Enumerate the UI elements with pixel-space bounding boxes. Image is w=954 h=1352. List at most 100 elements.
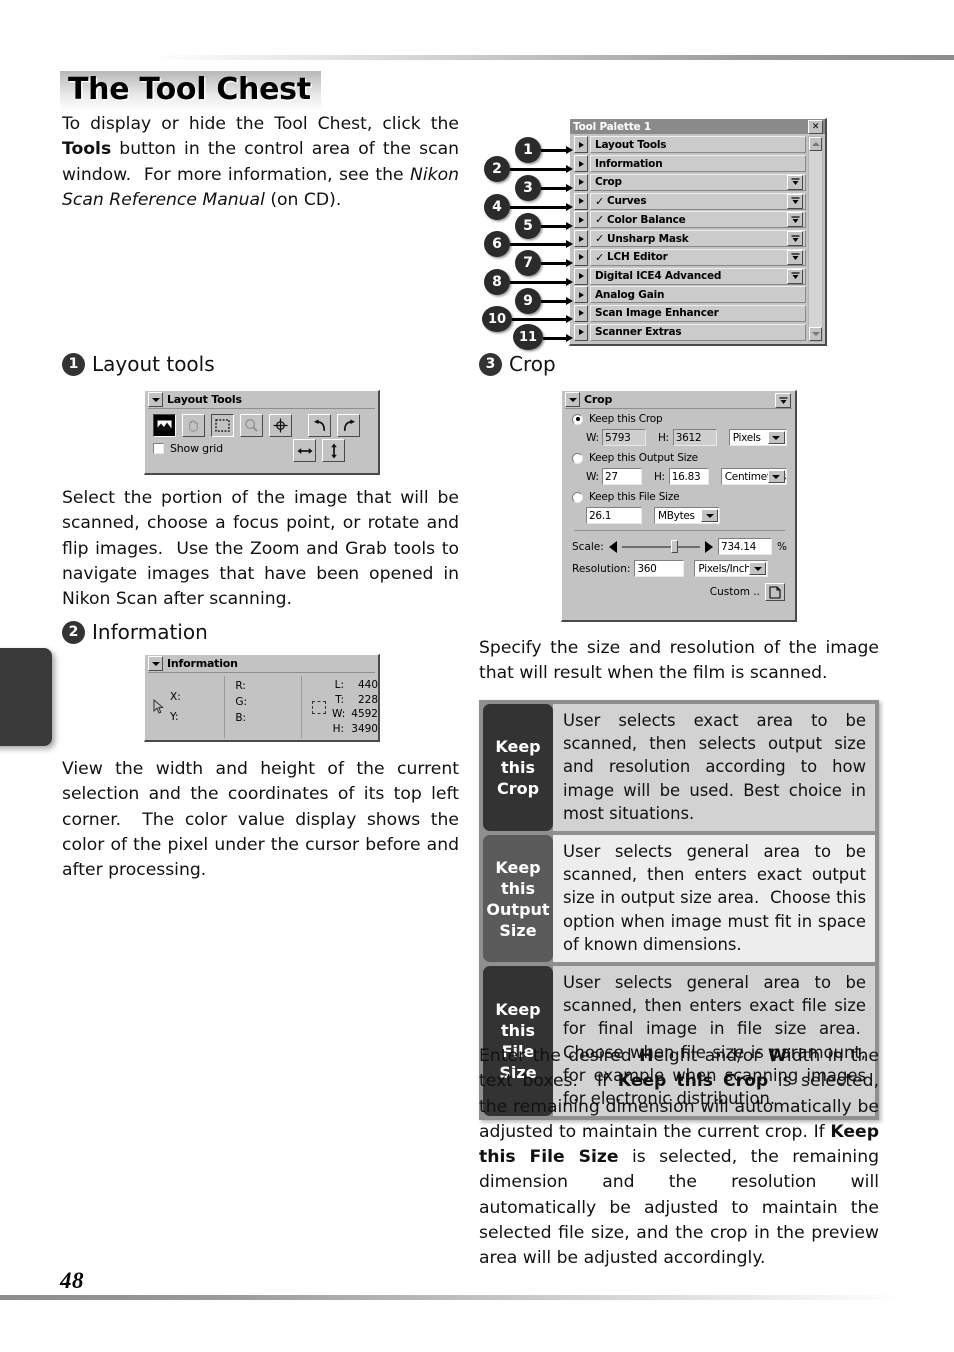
crop-width-input[interactable]: 5793 bbox=[602, 429, 646, 446]
expand-chevron-right-icon[interactable] bbox=[574, 192, 588, 210]
selection-t-value: 228 bbox=[357, 693, 378, 706]
tool-palette-row-strip[interactable]: ✓ LCH Editor bbox=[590, 248, 806, 266]
crop-height-input[interactable]: 3612 bbox=[672, 429, 717, 446]
tool-palette-row-strip[interactable]: ✓ Color Balance bbox=[590, 211, 806, 229]
tool-palette-row[interactable]: Scan Image Enhancer bbox=[572, 304, 806, 323]
tool-palette-window[interactable]: Tool Palette 1 ✕ Layout Tools Information… bbox=[569, 118, 827, 346]
collapse-chevron-down-icon[interactable] bbox=[148, 392, 163, 407]
scroll-up-icon[interactable] bbox=[809, 137, 822, 151]
crop-select-tool-icon[interactable] bbox=[153, 414, 176, 437]
close-icon[interactable]: ✕ bbox=[808, 120, 823, 134]
expand-chevron-right-icon[interactable] bbox=[574, 136, 588, 154]
tool-palette-row-strip[interactable]: Layout Tools bbox=[590, 136, 806, 154]
keep-this-file-size-radio-row[interactable]: Keep this File Size bbox=[572, 491, 787, 503]
flip-vertical-tool-icon[interactable] bbox=[322, 439, 345, 462]
expand-chevron-right-icon[interactable] bbox=[574, 323, 588, 341]
scale-slider[interactable] bbox=[621, 540, 701, 554]
expand-chevron-right-icon[interactable] bbox=[574, 155, 588, 173]
crop-panel[interactable]: Crop Keep this Crop W: 5793 H: 3612 Pixe… bbox=[561, 390, 797, 622]
custom-crop-button[interactable] bbox=[765, 583, 785, 601]
information-panel[interactable]: Information X: Y: R: G: B: L: 440 T: 228… bbox=[144, 654, 380, 742]
information-panel-header[interactable]: Information bbox=[145, 655, 378, 673]
resolution-unit-select[interactable]: Pixels/Inch bbox=[694, 560, 769, 577]
chevron-down-icon[interactable] bbox=[701, 509, 718, 522]
check-icon[interactable]: ✓ bbox=[595, 233, 604, 244]
collapse-chevron-down-icon[interactable] bbox=[148, 656, 163, 671]
tool-palette-row-strip[interactable]: Digital ICE4 Advanced bbox=[590, 267, 806, 285]
expand-chevron-right-icon[interactable] bbox=[574, 248, 588, 266]
crop-footer-text: Enter the desired Height and/or Width in… bbox=[479, 1044, 879, 1272]
scale-increase-icon[interactable] bbox=[705, 540, 714, 553]
check-icon[interactable]: ✓ bbox=[595, 214, 604, 225]
scale-input[interactable]: 734.14 bbox=[718, 538, 773, 555]
keep-this-crop-radio[interactable] bbox=[572, 413, 583, 425]
tool-palette-row-strip[interactable]: ✓ Unsharp Mask bbox=[590, 230, 806, 248]
tool-palette-row[interactable]: ✓ Curves bbox=[572, 192, 806, 210]
check-icon[interactable]: ✓ bbox=[595, 252, 604, 263]
check-icon[interactable]: ✓ bbox=[595, 196, 604, 207]
crop-unit-select[interactable]: Pixels bbox=[728, 429, 787, 446]
rotate-left-tool-icon[interactable] bbox=[308, 414, 331, 437]
tool-palette-row[interactable]: Scanner Extras bbox=[572, 323, 806, 342]
tool-palette-row[interactable]: Digital ICE4 Advanced bbox=[572, 267, 806, 285]
scale-decrease-icon[interactable] bbox=[608, 540, 617, 553]
expand-chevron-right-icon[interactable] bbox=[574, 267, 588, 285]
section-heading-label: Crop bbox=[509, 352, 556, 376]
row-menu-icon[interactable] bbox=[787, 249, 803, 265]
crop-panel-menu-icon[interactable] bbox=[775, 393, 791, 408]
tool-palette-row-strip[interactable]: Scan Image Enhancer bbox=[590, 304, 806, 322]
row-menu-icon[interactable] bbox=[787, 231, 803, 247]
chevron-down-icon[interactable] bbox=[749, 562, 767, 575]
autofocus-tool-icon[interactable] bbox=[269, 414, 292, 437]
tool-palette-row-strip[interactable]: Analog Gain bbox=[590, 286, 806, 304]
chevron-down-icon[interactable] bbox=[767, 431, 785, 444]
keep-this-crop-radio-row[interactable]: Keep this Crop bbox=[572, 413, 787, 425]
zoom-tool-icon[interactable] bbox=[240, 414, 263, 437]
row-menu-icon[interactable] bbox=[787, 174, 803, 190]
keep-this-output-size-radio-row[interactable]: Keep this Output Size bbox=[572, 452, 787, 464]
row-menu-icon[interactable] bbox=[787, 212, 803, 228]
file-size-unit-select[interactable]: MBytes bbox=[654, 507, 720, 524]
tool-palette-row[interactable]: ✓ LCH Editor bbox=[572, 248, 806, 267]
resolution-input[interactable]: 360 bbox=[634, 560, 685, 577]
expand-chevron-right-icon[interactable] bbox=[574, 211, 588, 229]
tool-palette-row-strip[interactable]: ✓ Curves bbox=[590, 192, 806, 210]
rotate-right-tool-icon[interactable] bbox=[337, 414, 360, 437]
keep-this-output-size-radio[interactable] bbox=[572, 452, 583, 464]
marquee-tool-icon[interactable] bbox=[211, 414, 234, 437]
row-menu-icon[interactable] bbox=[787, 193, 803, 209]
expand-chevron-right-icon[interactable] bbox=[574, 173, 588, 191]
expand-chevron-right-icon[interactable] bbox=[574, 230, 588, 248]
tool-palette-row-strip[interactable]: Crop bbox=[590, 173, 806, 191]
keep-this-file-size-radio[interactable] bbox=[572, 491, 583, 503]
tool-palette-row-strip[interactable]: Scanner Extras bbox=[590, 323, 806, 341]
collapse-chevron-down-icon[interactable] bbox=[565, 392, 580, 407]
output-width-input[interactable]: 27 bbox=[602, 468, 642, 485]
file-size-unit-value: MBytes bbox=[658, 509, 695, 522]
tool-palette-row[interactable]: Information bbox=[572, 154, 806, 173]
tool-palette-row[interactable]: ✓ Color Balance bbox=[572, 210, 806, 229]
chevron-down-icon[interactable] bbox=[767, 470, 785, 483]
output-unit-select[interactable]: Centimeters bbox=[720, 468, 787, 485]
file-size-input[interactable]: 26.1 bbox=[586, 507, 642, 524]
output-height-input[interactable]: 16.83 bbox=[668, 468, 709, 485]
tool-palette-title-bar[interactable]: Tool Palette 1 ✕ bbox=[570, 119, 825, 134]
layout-tools-panel-header[interactable]: Layout Tools bbox=[145, 391, 378, 409]
flip-horizontal-tool-icon[interactable] bbox=[293, 439, 316, 462]
layout-tools-panel[interactable]: Layout Tools Show grid bbox=[144, 390, 380, 475]
scale-slider-knob[interactable] bbox=[671, 540, 679, 553]
expand-chevron-right-icon[interactable] bbox=[574, 286, 588, 304]
tool-palette-row[interactable]: ✓ Unsharp Mask bbox=[572, 229, 806, 248]
tool-palette-row[interactable]: Analog Gain bbox=[572, 285, 806, 304]
crop-panel-header[interactable]: Crop bbox=[562, 391, 795, 409]
grab-hand-tool-icon[interactable] bbox=[182, 414, 205, 437]
show-grid-checkbox[interactable] bbox=[153, 443, 164, 454]
row-menu-icon[interactable] bbox=[787, 268, 803, 284]
option-key-line: Crop bbox=[496, 779, 540, 798]
expand-chevron-right-icon[interactable] bbox=[574, 304, 588, 322]
tool-palette-row[interactable]: Layout Tools bbox=[572, 136, 806, 154]
tool-palette-row-strip[interactable]: Information bbox=[590, 155, 806, 173]
scroll-down-icon[interactable] bbox=[809, 327, 822, 341]
tool-palette-scrollbar[interactable] bbox=[808, 136, 823, 342]
tool-palette-row[interactable]: Crop bbox=[572, 173, 806, 192]
